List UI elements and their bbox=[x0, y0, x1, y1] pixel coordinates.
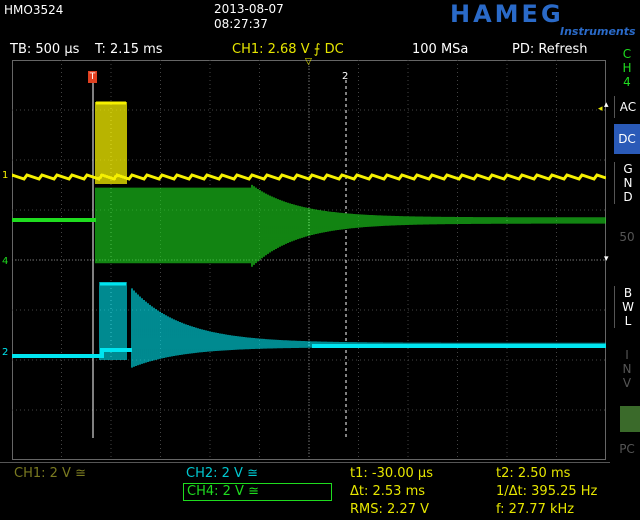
ch1-trace bbox=[12, 173, 606, 181]
trigger-time-label[interactable]: T: 2.15 ms bbox=[95, 42, 163, 57]
side-text: L bbox=[624, 314, 632, 328]
ch4-scale-label[interactable]: CH4: 2 V ≅ bbox=[183, 483, 332, 501]
ch1-marker[interactable]: 1 bbox=[2, 170, 8, 181]
ch4-marker[interactable]: 4 bbox=[2, 256, 8, 267]
sample-rate-label: 100 MSa bbox=[412, 42, 469, 57]
side-text: B bbox=[623, 286, 633, 300]
bwl-button[interactable]: B W L bbox=[614, 286, 640, 328]
delta-t-label: Δt: 2.53 ms bbox=[350, 484, 426, 499]
down-arrow-icon[interactable]: ▾ bbox=[604, 254, 609, 264]
time-label: 08:27:37 bbox=[214, 17, 268, 31]
probe-indicator bbox=[620, 406, 640, 432]
trigger-level: CH1: 2.68 V bbox=[232, 42, 310, 57]
ac-button[interactable]: AC bbox=[614, 96, 640, 118]
cursor-2-label[interactable]: 2 bbox=[342, 71, 348, 82]
trigger-position-icon[interactable]: ▽ bbox=[305, 57, 312, 67]
side-text: N bbox=[623, 176, 633, 190]
ch1-burst bbox=[95, 102, 127, 184]
trigger-label[interactable]: CH1: 2.68 V ⨍ DC bbox=[232, 42, 344, 57]
side-text: H bbox=[622, 61, 632, 75]
fifty-ohm-button[interactable]: 50 bbox=[614, 230, 640, 244]
side-text: W bbox=[622, 300, 634, 314]
cursor-t2-label: t2: 2.50 ms bbox=[496, 466, 571, 481]
ch1-scale-label[interactable]: CH1: 2 V ≅ bbox=[14, 466, 86, 481]
brand-sub: Instruments bbox=[560, 25, 636, 38]
side-text: V bbox=[622, 376, 632, 390]
trigger-flag-icon[interactable]: T bbox=[88, 71, 97, 83]
inv-button[interactable]: I N V bbox=[614, 348, 640, 390]
side-text: D bbox=[623, 190, 633, 204]
ch2-oscillation bbox=[99, 282, 606, 368]
up-arrow-icon[interactable]: ▴ bbox=[604, 100, 609, 110]
brand-logo: HAMEG bbox=[450, 0, 564, 28]
trigger-level-icon[interactable]: ◂ bbox=[598, 104, 603, 114]
ch4-oscillation bbox=[95, 184, 606, 267]
date-label: 2013-08-07 bbox=[214, 2, 284, 16]
dc-button[interactable]: DC bbox=[614, 124, 640, 154]
channel-4-select[interactable]: C H 4 bbox=[614, 47, 640, 89]
trigger-coupling: DC bbox=[324, 42, 344, 57]
ch2-scale-label[interactable]: CH2: 2 V ≅ bbox=[186, 466, 258, 481]
frequency-label: f: 27.77 kHz bbox=[496, 502, 575, 517]
side-text: G bbox=[623, 162, 633, 176]
pc-button[interactable]: PC bbox=[614, 442, 640, 456]
side-text: I bbox=[625, 348, 629, 362]
gnd-button[interactable]: G N D bbox=[614, 162, 640, 204]
ch2-marker[interactable]: 2 bbox=[2, 347, 8, 358]
rising-edge-icon: ⨍ bbox=[313, 42, 321, 57]
side-text: 4 bbox=[623, 75, 631, 89]
rms-label: RMS: 2.27 V bbox=[350, 502, 429, 517]
side-text: C bbox=[622, 47, 632, 61]
inverse-delta-t-label: 1/Δt: 395.25 Hz bbox=[496, 484, 598, 499]
model-label: HMO3524 bbox=[4, 3, 64, 17]
scope-display bbox=[12, 60, 606, 460]
timebase-label[interactable]: TB: 500 µs bbox=[10, 42, 79, 57]
cursor-t1-label: t1: -30.00 µs bbox=[350, 466, 433, 481]
graticule bbox=[12, 60, 606, 460]
mode-label[interactable]: PD: Refresh bbox=[512, 42, 587, 57]
bottom-divider bbox=[0, 462, 610, 463]
side-text: N bbox=[622, 362, 632, 376]
